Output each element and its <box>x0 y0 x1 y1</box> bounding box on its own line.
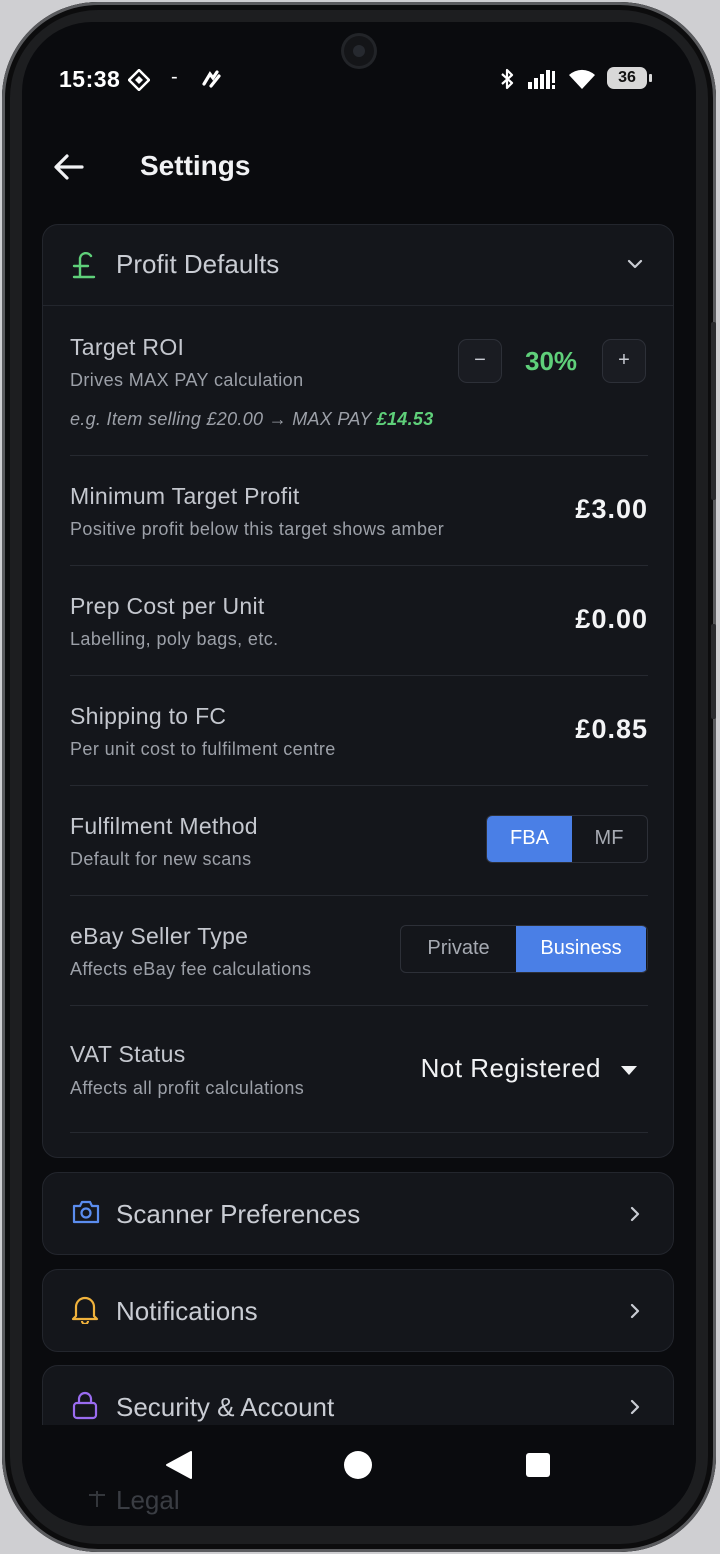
chevron-down-icon <box>625 254 645 274</box>
profit-defaults-title: Profit Defaults <box>116 249 280 279</box>
screen: 15:38 - 36 Settings Profit Defaults Targ… <box>22 22 696 1526</box>
shipping-value[interactable]: £0.85 <box>575 714 648 745</box>
volume-button <box>711 322 716 500</box>
battery-indicator: 36 <box>607 67 652 89</box>
fulfilment-row: Fulfilment Method Default for new scans … <box>70 786 648 896</box>
fba-option[interactable]: FBA <box>487 816 572 862</box>
vat-select[interactable]: Not Registered <box>421 1053 601 1084</box>
vat-description: Affects all profit calculations <box>70 1078 305 1098</box>
roi-increase-button[interactable]: + <box>602 339 646 383</box>
pound-icon <box>71 249 99 281</box>
min-profit-description: Positive profit below this target shows … <box>70 519 445 539</box>
nav-back-icon[interactable] <box>165 1450 193 1485</box>
min-profit-value[interactable]: £3.00 <box>575 494 648 525</box>
prep-cost-row[interactable]: Prep Cost per Unit Labelling, poly bags,… <box>70 566 648 676</box>
prep-cost-value[interactable]: £0.00 <box>575 604 648 635</box>
system-navigation-bar: Legal <box>22 1425 696 1526</box>
min-profit-row[interactable]: Minimum Target Profit Positive profit be… <box>70 456 648 566</box>
nav-recents-icon[interactable] <box>526 1453 550 1477</box>
vat-row: VAT Status Affects all profit calculatio… <box>70 1006 648 1133</box>
signal-icon <box>528 69 556 94</box>
notifications-card[interactable]: Notifications <box>42 1269 674 1352</box>
caret-down-icon[interactable] <box>621 1066 637 1075</box>
shipping-row[interactable]: Shipping to FC Per unit cost to fulfilme… <box>70 676 648 786</box>
chevron-right-icon <box>625 1301 645 1321</box>
legal-label: Legal <box>116 1485 180 1515</box>
profit-defaults-card: Profit Defaults Target ROI Drives MAX PA… <box>42 224 674 1158</box>
security-account-label: Security & Account <box>116 1392 335 1422</box>
bluetooth-icon <box>499 68 515 95</box>
scanner-preferences-header[interactable]: Scanner Preferences <box>43 1173 673 1253</box>
status-time: 15:38 <box>59 66 121 92</box>
roi-decrease-button[interactable]: − <box>458 339 502 383</box>
app-header: Settings <box>22 132 696 202</box>
bell-icon <box>71 1294 99 1326</box>
prep-cost-label: Prep Cost per Unit <box>70 593 265 619</box>
ebay-seller-toggle: Private Business <box>400 925 648 973</box>
status-bar: 15:38 - 36 <box>22 62 696 96</box>
fulfilment-label: Fulfilment Method <box>70 813 258 839</box>
roi-example: e.g. Item selling £20.00 → MAX PAY £14.5… <box>70 409 434 430</box>
chevron-right-icon <box>625 1204 645 1224</box>
scanner-preferences-label: Scanner Preferences <box>116 1199 361 1229</box>
profit-defaults-header[interactable]: Profit Defaults <box>43 225 673 305</box>
min-profit-label: Minimum Target Profit <box>70 483 300 509</box>
ebay-seller-label: eBay Seller Type <box>70 923 249 949</box>
card-divider <box>43 305 673 306</box>
shipping-description: Per unit cost to fulfilment centre <box>70 739 336 759</box>
roi-example-text: e.g. Item selling £20.00 → MAX PAY <box>70 409 377 429</box>
shipping-label: Shipping to FC <box>70 703 227 729</box>
target-roi-label: Target ROI <box>70 334 185 360</box>
roi-value: 30% <box>525 346 578 376</box>
back-arrow-icon[interactable] <box>52 150 86 184</box>
target-roi-row: Target ROI Drives MAX PAY calculation − … <box>70 307 648 456</box>
fulfilment-description: Default for new scans <box>70 849 252 869</box>
chevron-right-icon <box>625 1397 645 1417</box>
scale-icon <box>85 1489 109 1514</box>
wifi-icon <box>568 68 596 95</box>
mf-option[interactable]: MF <box>572 816 646 862</box>
lock-icon <box>71 1390 99 1422</box>
app-notification-icon-2 <box>202 70 222 93</box>
scanner-preferences-card[interactable]: Scanner Preferences <box>42 1172 674 1255</box>
roi-example-value: £14.53 <box>376 409 434 429</box>
target-roi-description: Drives MAX PAY calculation <box>70 370 304 390</box>
private-option[interactable]: Private <box>401 926 516 972</box>
ebay-seller-description: Affects eBay fee calculations <box>70 959 312 979</box>
camera-icon <box>71 1199 100 1231</box>
business-option[interactable]: Business <box>516 926 646 972</box>
notifications-label: Notifications <box>116 1296 258 1326</box>
app-notification-icon <box>127 68 151 96</box>
power-button <box>711 624 716 719</box>
ebay-seller-row: eBay Seller Type Affects eBay fee calcul… <box>70 896 648 1006</box>
prep-cost-description: Labelling, poly bags, etc. <box>70 629 279 649</box>
vat-label: VAT Status <box>70 1041 186 1067</box>
fulfilment-toggle: FBA MF <box>486 815 648 863</box>
status-separator: - <box>171 66 178 88</box>
phone-frame: 15:38 - 36 Settings Profit Defaults Targ… <box>2 2 716 1552</box>
nav-home-icon[interactable] <box>344 1451 372 1479</box>
page-title: Settings <box>140 150 251 181</box>
notifications-header[interactable]: Notifications <box>43 1270 673 1350</box>
